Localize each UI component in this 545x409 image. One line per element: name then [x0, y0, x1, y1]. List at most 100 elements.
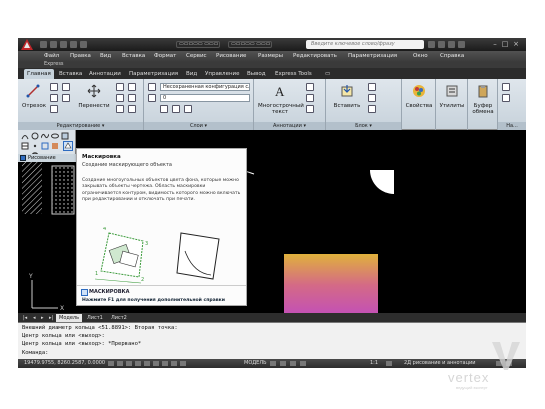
navigate-icon[interactable]: [502, 83, 510, 91]
block-attributes-icon[interactable]: [368, 105, 376, 113]
trim-icon[interactable]: [128, 83, 136, 91]
gradient-tool-icon[interactable]: [51, 142, 59, 150]
menu-help[interactable]: Справка: [440, 52, 464, 61]
mtext-button[interactable]: A Многострочный текст: [258, 83, 304, 115]
layout-nav-last[interactable]: ▸|: [46, 314, 56, 322]
ducs-toggle-icon[interactable]: [162, 361, 168, 366]
leader-icon[interactable]: [306, 94, 314, 102]
tab-view[interactable]: Вид: [183, 69, 200, 79]
table-icon[interactable]: [306, 105, 314, 113]
layer-lock-icon[interactable]: [184, 105, 192, 113]
redo-icon[interactable]: [80, 41, 87, 48]
lineweight-toggle-icon[interactable]: [180, 361, 186, 366]
minimize-button[interactable]: –: [491, 40, 499, 48]
open-file-icon[interactable]: [50, 41, 57, 48]
menu-file[interactable]: Файл: [44, 52, 59, 61]
properties-button[interactable]: Свойства: [404, 83, 434, 109]
menu-view[interactable]: Вид: [100, 52, 111, 61]
dotted-hatch-area[interactable]: [51, 165, 75, 215]
save-icon[interactable]: [60, 41, 67, 48]
tab-parametric[interactable]: Параметризация: [126, 69, 181, 79]
polyline-icon[interactable]: [50, 83, 58, 91]
tab-layout1[interactable]: Лист1: [84, 314, 106, 322]
grid-toggle-icon[interactable]: [117, 361, 123, 366]
quick-view-layouts-icon[interactable]: [270, 361, 276, 366]
panel-block-title[interactable]: Блок ▾: [326, 122, 401, 130]
autocad-logo-icon[interactable]: [21, 39, 33, 50]
model-space-button[interactable]: МОДЕЛЬ: [244, 360, 267, 367]
help-icon[interactable]: [458, 41, 465, 48]
table-tool-icon[interactable]: [21, 142, 29, 150]
search-icon[interactable]: [428, 41, 435, 48]
scale-icon[interactable]: [128, 105, 136, 113]
rotate-icon[interactable]: [116, 83, 124, 91]
undo-icon[interactable]: [70, 41, 77, 48]
annotation-visibility-icon[interactable]: [386, 361, 392, 366]
ortho-toggle-icon[interactable]: [126, 361, 132, 366]
communication-center-icon[interactable]: [438, 41, 445, 48]
circle-tool-icon[interactable]: [31, 132, 39, 140]
quarter-circle-shape[interactable]: [370, 170, 394, 194]
search-input[interactable]: Введите ключевое слово/фразу: [306, 40, 424, 49]
menu-parametric[interactable]: Параметризация: [348, 52, 397, 61]
copy-icon[interactable]: [116, 94, 124, 102]
spline-tool-icon[interactable]: [41, 132, 49, 140]
tab-output[interactable]: Вывод: [244, 69, 269, 79]
create-block-icon[interactable]: [368, 83, 376, 91]
hatch-icon[interactable]: [62, 94, 70, 102]
menu-format[interactable]: Формат: [154, 52, 176, 61]
move-button[interactable]: Перенести: [78, 83, 110, 109]
mirror-icon[interactable]: [128, 94, 136, 102]
menu-edit[interactable]: Правка: [70, 52, 91, 61]
ellipse-tool-icon[interactable]: [51, 132, 59, 140]
otrack-toggle-icon[interactable]: [153, 361, 159, 366]
menu-window[interactable]: Окно: [413, 52, 428, 61]
panel-modify-title[interactable]: Редактирование ▾: [18, 122, 143, 130]
favorites-icon[interactable]: [448, 41, 455, 48]
dimension-icon[interactable]: [306, 83, 314, 91]
utilities-button[interactable]: Утилиты: [438, 83, 466, 109]
region-tool-icon[interactable]: [61, 132, 69, 140]
tab-express-tools[interactable]: Express Tools: [272, 69, 315, 79]
arc-tool-icon[interactable]: [21, 132, 29, 140]
menu-insert[interactable]: Вставка: [122, 52, 145, 61]
clipboard-button[interactable]: Буфер обмена: [470, 83, 496, 115]
menu-tools[interactable]: Сервис: [186, 52, 207, 61]
snap-toggle-icon[interactable]: [108, 361, 114, 366]
circle-icon[interactable]: [50, 94, 58, 102]
layer-properties-icon[interactable]: [148, 83, 156, 91]
draw-panel-pin-icon[interactable]: [20, 155, 26, 161]
stretch-icon[interactable]: [116, 105, 124, 113]
draw-panel-label[interactable]: Рисование: [18, 154, 76, 162]
layer-freeze-icon[interactable]: [172, 105, 180, 113]
pan-icon[interactable]: [290, 361, 296, 366]
ribbon-toggle-icon[interactable]: ▭: [322, 69, 333, 79]
layer-state-combo[interactable]: Несохраненная конфигурация сл: [160, 83, 250, 91]
tab-layout2[interactable]: Лист2: [108, 314, 130, 322]
current-layer-combo[interactable]: 0: [160, 94, 250, 102]
tab-manage[interactable]: Управление: [202, 69, 243, 79]
layer-on-icon[interactable]: [148, 94, 156, 102]
arc-icon[interactable]: [50, 105, 58, 113]
quick-view-drawings-icon[interactable]: [280, 361, 286, 366]
wipeout-tool-icon[interactable]: [63, 141, 73, 151]
tab-annotate[interactable]: Аннотации: [86, 69, 124, 79]
menu-draw[interactable]: Рисование: [216, 52, 246, 61]
zoom-status-icon[interactable]: [300, 361, 306, 366]
boundary-tool-icon[interactable]: [41, 142, 49, 150]
menu-express[interactable]: Express: [44, 61, 64, 67]
dyn-toggle-icon[interactable]: [171, 361, 177, 366]
edit-block-icon[interactable]: [368, 94, 376, 102]
gradient-rectangle[interactable]: [284, 254, 378, 316]
menu-modify[interactable]: Редактировать: [293, 52, 337, 61]
tab-insert[interactable]: Вставка: [56, 69, 85, 79]
command-prompt[interactable]: Команда:: [22, 350, 49, 357]
annotation-scale[interactable]: 1:1: [370, 360, 378, 367]
new-file-icon[interactable]: [40, 41, 47, 48]
polar-toggle-icon[interactable]: [135, 361, 141, 366]
menu-dimensions[interactable]: Размеры: [258, 52, 283, 61]
layout-nav-first[interactable]: |◂: [20, 314, 30, 322]
panel-annotation-title[interactable]: Аннотации ▾: [254, 122, 325, 130]
tab-home[interactable]: Главная: [24, 69, 54, 79]
point-tool-icon[interactable]: [31, 142, 39, 150]
